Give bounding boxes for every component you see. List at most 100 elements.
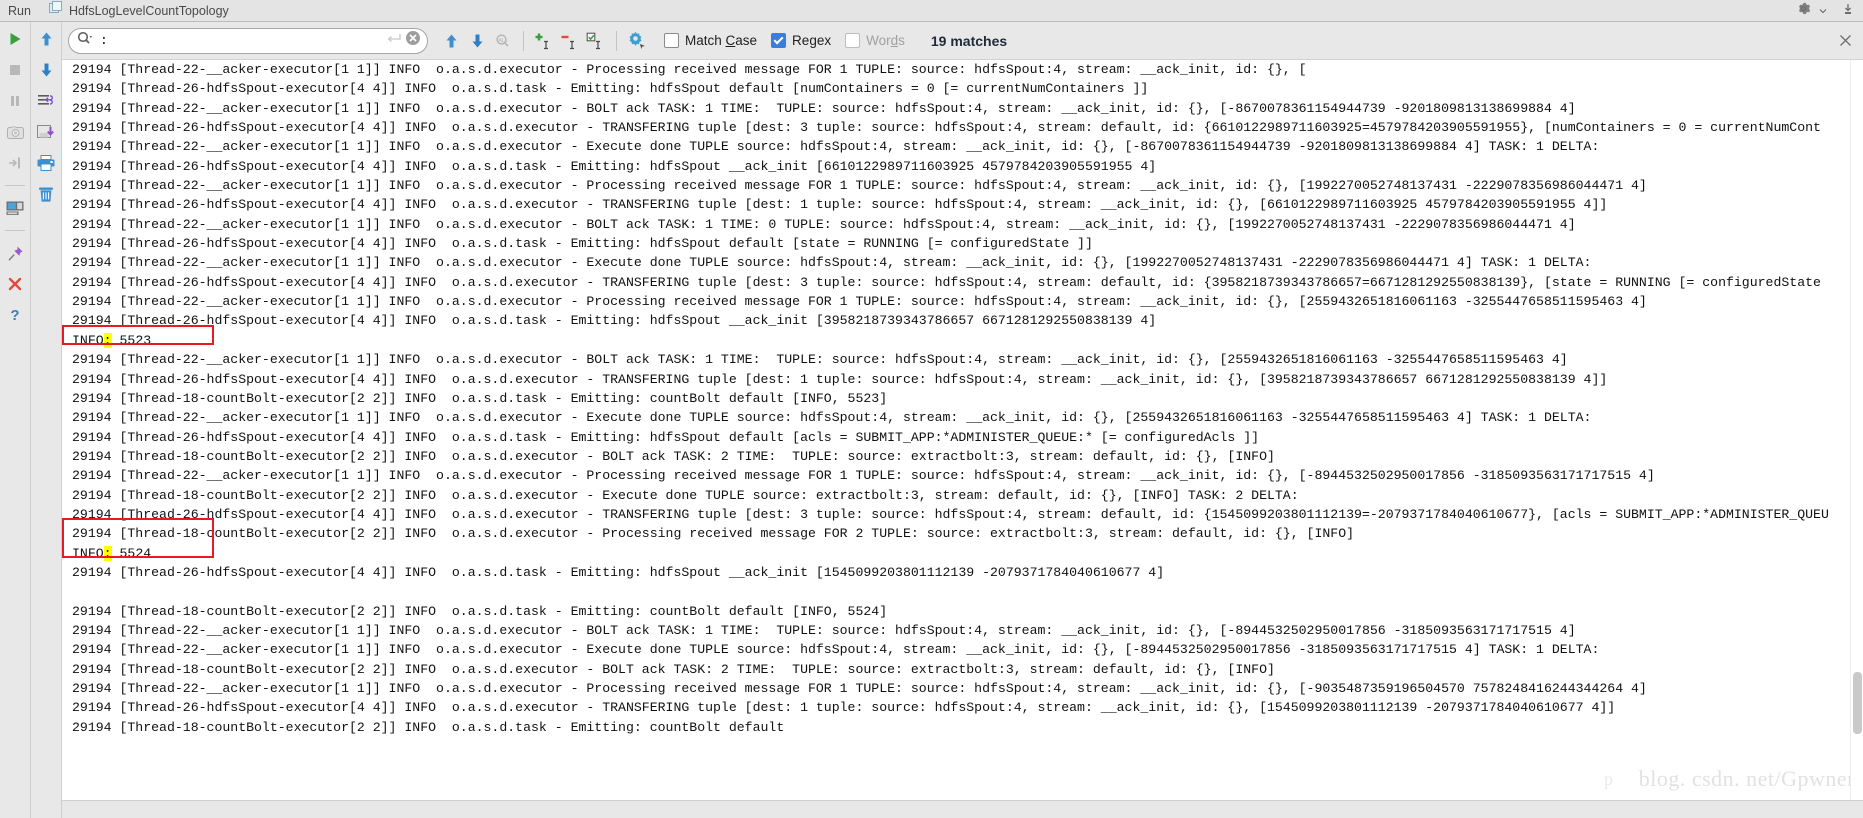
- console-line: 29194 [Thread-26-hdfsSpout-executor[4 4]…: [72, 371, 1608, 387]
- soft-wrap-icon[interactable]: [35, 90, 57, 112]
- close-find-button[interactable]: [1835, 31, 1855, 51]
- pin-icon[interactable]: [4, 242, 26, 264]
- regex-box[interactable]: [771, 33, 787, 48]
- close-x-icon[interactable]: [4, 273, 26, 295]
- pause-button[interactable]: [4, 90, 26, 112]
- run-body: ?: ALL Match Case Regex Words 19 matche…: [0, 22, 1863, 818]
- add-occurrence-icon[interactable]: [531, 28, 557, 54]
- console-line: 29194 [Thread-26-hdfsSpout-executor[4 4]…: [72, 506, 1829, 522]
- run-toolwindow-titlebar: Run HdfsLogLevelCountTopology: [0, 0, 1863, 22]
- match-case-box[interactable]: [664, 33, 679, 48]
- console-line: 29194 [Thread-26-hdfsSpout-executor[4 4]…: [72, 81, 1149, 97]
- vertical-scrollbar[interactable]: [1850, 60, 1863, 800]
- info-level-text: INFO: [72, 545, 104, 561]
- console-line: 29194 [Thread-26-hdfsSpout-executor[4 4]…: [72, 700, 1616, 716]
- toolbar-divider-1: [523, 30, 524, 51]
- run-toolwindow-label: Run: [8, 3, 31, 18]
- match-count-label: 19 matches: [930, 32, 1008, 49]
- gear-filter-icon[interactable]: [624, 28, 650, 54]
- layout-icon[interactable]: [4, 197, 26, 219]
- run-actions-gutter: ?: [0, 22, 31, 818]
- console-line: 29194 [Thread-22-__acker-executor[1 1]] …: [72, 216, 1576, 232]
- console-line: 29194 [Thread-22-__acker-executor[1 1]] …: [72, 681, 1647, 696]
- console-line: 29194 [Thread-26-hdfsSpout-executor[4 4]…: [72, 274, 1821, 290]
- console-line: 29194 [Thread-18-countBolt-executor[2 2]…: [72, 487, 1299, 503]
- console-line: 29194 [Thread-22-__acker-executor[1 1]] …: [72, 468, 1655, 484]
- console-line: 29194 [Thread-26-hdfsSpout-executor[4 4]…: [72, 429, 1260, 445]
- boxed-match-line: INFO: 5523: [72, 331, 1850, 350]
- words-label: Words: [866, 33, 905, 48]
- console-line: 29194 [Thread-22-__acker-executor[1 1]] …: [72, 642, 1600, 658]
- console-line: 29194 [Thread-26-hdfsSpout-executor[4 4]…: [72, 564, 1165, 580]
- save-download-icon[interactable]: [35, 121, 57, 143]
- console-content: ALL: [62, 22, 1863, 818]
- console-lines[interactable]: 29194 [Thread-22-__acker-executor[1 1]] …: [62, 60, 1850, 800]
- arrow-up-icon[interactable]: [35, 28, 57, 50]
- run-config-tab-label: HdfsLogLevelCountTopology: [68, 3, 229, 18]
- words-box[interactable]: [845, 33, 861, 48]
- console-line: 29194 [Thread-22-__acker-executor[1 1]] …: [72, 255, 1592, 271]
- camera-icon[interactable]: [4, 121, 26, 143]
- console-bottom-bar: [62, 800, 1863, 818]
- console-line: 29194 [Thread-26-hdfsSpout-executor[4 4]…: [72, 236, 1093, 252]
- find-previous-button[interactable]: [438, 28, 464, 54]
- console-line: 29194 [Thread-22-__acker-executor[1 1]] …: [72, 139, 1600, 155]
- scrollbar-thumb[interactable]: [1853, 672, 1862, 734]
- search-input[interactable]: [96, 33, 386, 48]
- console-output-area[interactable]: 29194 [Thread-22-__acker-executor[1 1]] …: [62, 60, 1863, 800]
- match-case-label: Match Case: [685, 33, 758, 48]
- words-checkbox[interactable]: Words: [845, 33, 905, 48]
- match-case-checkbox[interactable]: Match Case: [664, 33, 757, 48]
- console-line: 29194 [Thread-26-hdfsSpout-executor[4 4]…: [72, 313, 1157, 329]
- stop-button[interactable]: [4, 59, 26, 81]
- console-line: 29194 [Thread-22-__acker-executor[1 1]] …: [72, 294, 1647, 310]
- gutter-divider: [5, 185, 25, 186]
- console-line: 29194 [Thread-22-__acker-executor[1 1]] …: [72, 352, 1568, 368]
- remove-occurrence-icon[interactable]: [557, 28, 583, 54]
- find-all-icon[interactable]: ALL: [490, 28, 516, 54]
- svg-text:ALL: ALL: [498, 38, 508, 44]
- trash-icon[interactable]: [35, 183, 57, 205]
- console-line: 29194 [Thread-18-countBolt-executor[2 2]…: [72, 661, 1275, 677]
- console-line: 29194 [Thread-26-hdfsSpout-executor[4 4]…: [72, 120, 1821, 136]
- rerun-button[interactable]: [4, 28, 26, 50]
- find-next-button[interactable]: [464, 28, 490, 54]
- run-configuration-tab[interactable]: HdfsLogLevelCountTopology: [43, 1, 235, 21]
- boxed-match-line: INFO: 5524: [72, 544, 1850, 563]
- console-line: 29194 [Thread-18-countBolt-executor[2 2]…: [72, 448, 1275, 464]
- resume-arrow-icon[interactable]: [4, 152, 26, 174]
- console-line: 29194 [Thread-26-hdfsSpout-executor[4 4]…: [72, 158, 1157, 174]
- info-level-text: INFO: [72, 332, 104, 348]
- count-value-text: 5524: [111, 545, 152, 561]
- chevron-down-icon[interactable]: [1819, 2, 1827, 20]
- search-field-container[interactable]: [68, 27, 428, 54]
- arrow-down-icon[interactable]: [35, 59, 57, 81]
- regex-label: Regex: [792, 33, 832, 48]
- regex-checkbox[interactable]: Regex: [771, 33, 831, 48]
- gear-icon[interactable]: [1796, 1, 1811, 21]
- toolbar-divider-2: [616, 30, 617, 51]
- printer-icon[interactable]: [35, 152, 57, 174]
- enter-arrow-icon[interactable]: [386, 32, 401, 50]
- console-line: 29194 [Thread-18-countBolt-executor[2 2]…: [72, 719, 785, 735]
- console-line: 29194 [Thread-22-__acker-executor[1 1]] …: [72, 178, 1647, 194]
- search-match-highlight: :: [103, 332, 112, 348]
- console-line: 29194 [Thread-18-countBolt-executor[2 2]…: [72, 390, 888, 406]
- minimize-icon[interactable]: [1841, 2, 1855, 21]
- count-value-text: 5523: [111, 332, 152, 348]
- clear-circle-icon[interactable]: [405, 30, 421, 51]
- console-line: 29194 [Thread-22-__acker-executor[1 1]] …: [72, 100, 1576, 116]
- select-all-occurrences-icon[interactable]: [583, 28, 609, 54]
- find-toolbar: ALL: [62, 22, 1863, 60]
- console-line: 29194 [Thread-22-__acker-executor[1 1]] …: [72, 622, 1576, 638]
- console-line: 29194 [Thread-22-__acker-executor[1 1]] …: [72, 62, 1307, 77]
- check-tick-icon: [773, 34, 784, 45]
- search-match-highlight: :: [103, 545, 112, 561]
- gutter-divider-2: [5, 230, 25, 231]
- question-mark-icon[interactable]: ?: [4, 304, 26, 326]
- titlebar-controls: [1796, 0, 1859, 22]
- search-magnifier-icon[interactable]: [77, 31, 94, 51]
- boxed-match-line-top: 29194 [Thread-18-countBolt-executor[2 2]…: [72, 526, 1355, 542]
- console-line: 29194 [Thread-22-__acker-executor[1 1]] …: [72, 410, 1592, 426]
